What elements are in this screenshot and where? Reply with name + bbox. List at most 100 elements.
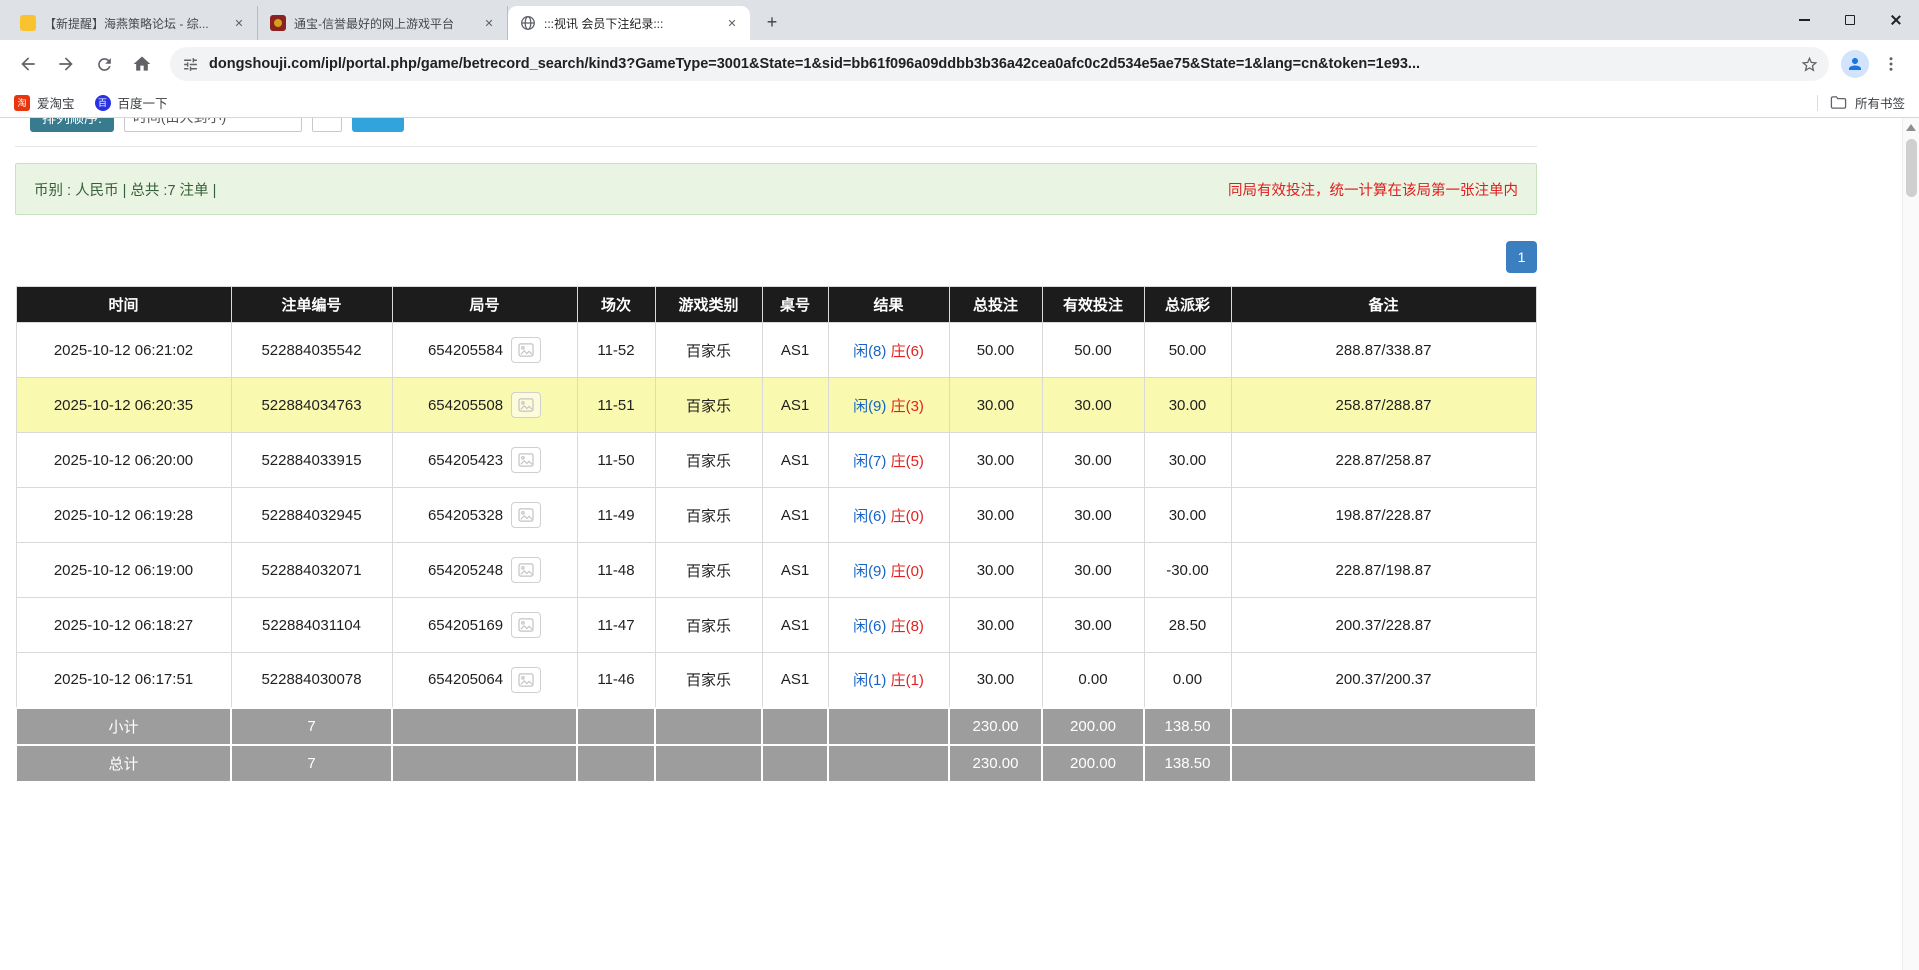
cell-result: 闲(1) 庄(1) <box>828 653 949 708</box>
page-1-button[interactable]: 1 <box>1506 241 1537 273</box>
header-payout: 总派彩 <box>1144 287 1231 323</box>
header-game-type: 游戏类别 <box>655 287 762 323</box>
cell-bet-no: 522884032071 <box>231 543 392 598</box>
cell-total-bet[interactable]: 30.00 <box>949 598 1042 653</box>
bookmark-label: 爱淘宝 <box>37 93 75 112</box>
result-banker: 庄(0) <box>891 508 924 525</box>
close-tab-icon[interactable]: ✕ <box>481 15 497 31</box>
bookmark-baidu[interactable]: 百 百度一下 <box>95 93 168 112</box>
bookmark-aitaobao[interactable]: 淘 爱淘宝 <box>14 93 75 112</box>
subtotal-empty <box>762 708 828 745</box>
cell-game-type: 百家乐 <box>655 598 762 653</box>
address-bar[interactable]: dongshouji.com/ipl/portal.php/game/betre… <box>170 47 1829 81</box>
cell-total-bet[interactable]: 30.00 <box>949 543 1042 598</box>
cell-valid-bet: 50.00 <box>1042 323 1144 378</box>
maximize-button[interactable] <box>1827 0 1873 40</box>
cell-total-bet[interactable]: 30.00 <box>949 653 1042 708</box>
roadmap-image-button[interactable] <box>511 392 541 418</box>
cell-valid-bet: 30.00 <box>1042 378 1144 433</box>
cell-note: 258.87/288.87 <box>1231 378 1536 433</box>
header-round-no: 局号 <box>392 287 577 323</box>
subtotal-payout: 138.50 <box>1144 708 1231 745</box>
page-scrollbar[interactable] <box>1902 118 1919 970</box>
cell-time: 2025-10-12 06:18:27 <box>16 598 231 653</box>
tab-title: :::视讯 会员下注纪录::: <box>544 15 716 32</box>
roadmap-image-button[interactable] <box>511 337 541 363</box>
tab-tongbao[interactable]: 通宝-信誉最好的网上游戏平台 ✕ <box>258 6 508 40</box>
cell-time: 2025-10-12 06:19:28 <box>16 488 231 543</box>
home-icon[interactable] <box>126 48 158 80</box>
minimize-button[interactable] <box>1781 0 1827 40</box>
tab-haiyan-forum[interactable]: 【新提醒】海燕策略论坛 - 综... ✕ <box>8 6 258 40</box>
header-result: 结果 <box>828 287 949 323</box>
cell-total-bet[interactable]: 30.00 <box>949 378 1042 433</box>
table-row: 2025-10-12 06:18:27 522884031104 6542051… <box>16 598 1536 653</box>
page-content: 排列顺序: 币别 : 人民币 | 总共 :7 注单 | 同局有效投注，统一计算在… <box>0 118 1919 970</box>
bookmark-star-icon[interactable] <box>1800 55 1819 74</box>
cell-valid-bet: 30.00 <box>1042 598 1144 653</box>
total-empty <box>828 745 949 782</box>
result-banker: 庄(1) <box>891 672 924 689</box>
tab-bet-records-active[interactable]: :::视讯 会员下注纪录::: ✕ <box>508 6 750 40</box>
roadmap-image-button[interactable] <box>511 447 541 473</box>
roadmap-image-button[interactable] <box>511 557 541 583</box>
cell-note: 228.87/198.87 <box>1231 543 1536 598</box>
roadmap-image-button[interactable] <box>511 502 541 528</box>
close-window-button[interactable] <box>1873 0 1919 40</box>
back-icon[interactable] <box>12 48 44 80</box>
subtotal-empty <box>392 708 577 745</box>
sort-order-input[interactable] <box>124 118 302 132</box>
scrollbar-thumb[interactable] <box>1906 139 1917 197</box>
url-text: dongshouji.com/ipl/portal.php/game/betre… <box>209 56 1800 72</box>
search-panel-clipped: 排列顺序: <box>15 118 1537 147</box>
all-bookmarks[interactable]: 所有书签 <box>1817 93 1905 112</box>
forward-icon[interactable] <box>50 48 82 80</box>
total-empty <box>762 745 828 782</box>
close-tab-icon[interactable]: ✕ <box>724 15 740 31</box>
roadmap-image-button[interactable] <box>511 667 541 693</box>
cell-total-bet[interactable]: 30.00 <box>949 488 1042 543</box>
cell-total-bet[interactable]: 30.00 <box>949 433 1042 488</box>
search-button[interactable] <box>352 118 404 132</box>
table-row: 2025-10-12 06:19:00 522884032071 6542052… <box>16 543 1536 598</box>
new-tab-button[interactable]: + <box>758 8 786 36</box>
result-player: 闲(9) <box>853 398 886 415</box>
subtotal-empty <box>828 708 949 745</box>
cell-session: 11-47 <box>577 598 655 653</box>
cell-game-type: 百家乐 <box>655 323 762 378</box>
bet-records-table: 时间 注单编号 局号 场次 游戏类别 桌号 结果 总投注 有效投注 总派彩 备注… <box>15 286 1537 783</box>
cell-table-no: AS1 <box>762 543 828 598</box>
subtotal-count: 7 <box>231 708 392 745</box>
site-settings-icon[interactable] <box>182 56 199 73</box>
close-tab-icon[interactable]: ✕ <box>231 15 247 31</box>
valid-bet-notice-text: 同局有效投注，统一计算在该局第一张注单内 <box>1228 179 1518 200</box>
cell-table-no: AS1 <box>762 598 828 653</box>
cell-payout-negative: -30.00 <box>1144 543 1231 598</box>
round-no-text: 654205169 <box>428 617 503 634</box>
sort-direction-select[interactable] <box>312 118 342 132</box>
scroll-up-arrow-icon[interactable] <box>1906 124 1916 131</box>
profile-avatar[interactable] <box>1841 50 1869 78</box>
summary-bar: 币别 : 人民币 | 总共 :7 注单 | 同局有效投注，统一计算在该局第一张注… <box>15 163 1537 215</box>
cell-bet-no: 522884032945 <box>231 488 392 543</box>
cell-result: 闲(7) 庄(5) <box>828 433 949 488</box>
total-empty <box>1231 745 1536 782</box>
sort-order-label: 排列顺序: <box>30 118 114 132</box>
aitaobao-icon: 淘 <box>14 95 30 111</box>
cell-bet-no: 522884035542 <box>231 323 392 378</box>
header-note: 备注 <box>1231 287 1536 323</box>
reload-icon[interactable] <box>88 48 120 80</box>
result-player: 闲(8) <box>853 343 886 360</box>
cell-valid-bet: 0.00 <box>1042 653 1144 708</box>
subtotal-row: 小计 7 230.00 200.00 138.50 <box>16 708 1536 745</box>
cell-total-bet[interactable]: 50.00 <box>949 323 1042 378</box>
baidu-icon: 百 <box>95 95 111 111</box>
cell-payout: 0.00 <box>1144 653 1231 708</box>
all-bookmarks-label: 所有书签 <box>1855 93 1905 112</box>
subtotal-empty <box>1231 708 1536 745</box>
round-no-text: 654205508 <box>428 397 503 414</box>
menu-dots-icon[interactable] <box>1875 48 1907 80</box>
cell-round-no: 654205169 <box>392 598 577 653</box>
roadmap-image-button[interactable] <box>511 612 541 638</box>
cell-result: 闲(6) 庄(8) <box>828 598 949 653</box>
